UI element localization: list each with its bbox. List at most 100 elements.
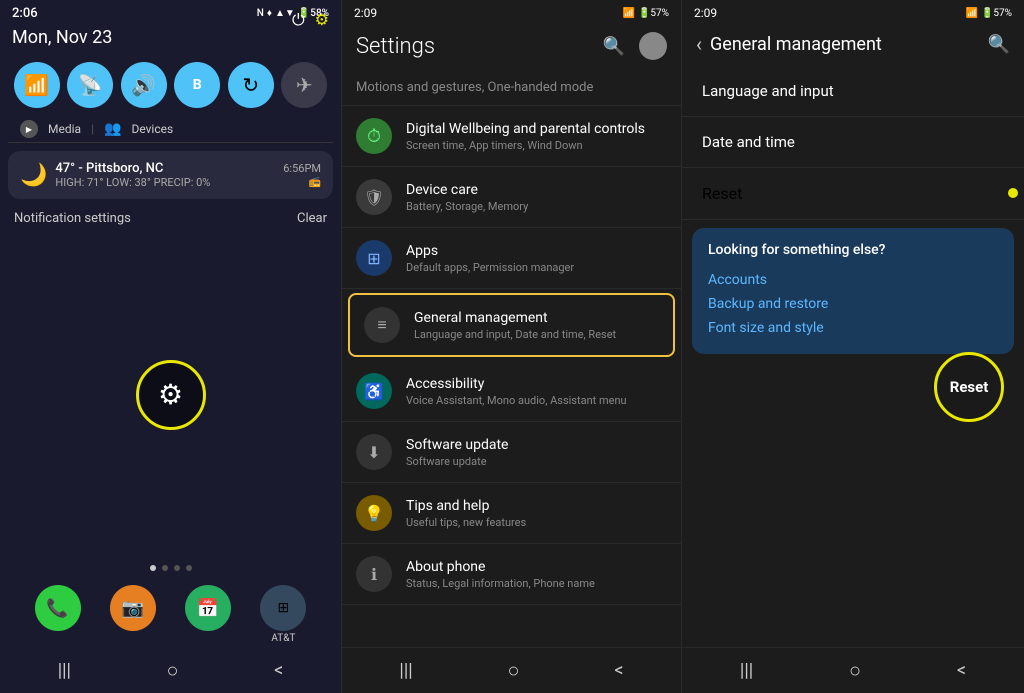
- bluetooth-button[interactable]: B: [174, 62, 220, 108]
- reset-label-wrapper: Reset: [702, 184, 1004, 203]
- airplane-icon: ✈: [296, 73, 313, 97]
- digital-wellbeing-item[interactable]: ⏱ Digital Wellbeing and parental control…: [342, 106, 681, 167]
- sound-button[interactable]: 🔊: [121, 62, 167, 108]
- time-panel3: 2:09: [694, 6, 717, 20]
- power-icon[interactable]: ⏻: [292, 10, 305, 30]
- digital-wellbeing-text: Digital Wellbeing and parental controls …: [406, 121, 667, 152]
- apps-item[interactable]: ⊞ Apps Default apps, Permission manager: [342, 228, 681, 289]
- tips-text: Tips and help Useful tips, new features: [406, 498, 667, 529]
- profile-avatar[interactable]: [639, 32, 667, 60]
- software-update-item[interactable]: ⬇ Software update Software update: [342, 422, 681, 483]
- motions-setting-text: Motions and gestures, One-handed mode: [356, 80, 593, 95]
- suggestion-title: Looking for something else?: [708, 242, 998, 258]
- software-update-text: Software update Software update: [406, 437, 667, 468]
- about-phone-item[interactable]: ℹ About phone Status, Legal information,…: [342, 544, 681, 605]
- backup-restore-link[interactable]: Backup and restore: [708, 292, 998, 316]
- phone-app[interactable]: 📞: [35, 585, 81, 644]
- tips-help-item[interactable]: 💡 Tips and help Useful tips, new feature…: [342, 483, 681, 544]
- navigation-bar-panel1: ||| ○ <: [0, 648, 341, 693]
- date-time-item[interactable]: Date and time: [682, 117, 1024, 168]
- notification-footer: Notification settings Clear: [0, 207, 341, 230]
- accounts-link[interactable]: Accounts: [708, 268, 998, 292]
- status-icons-panel3: 📶 🔋57%: [966, 8, 1012, 19]
- font-size-link[interactable]: Font size and style: [708, 316, 998, 340]
- notification-clear-button[interactable]: Clear: [297, 211, 327, 226]
- reset-circle-label: Reset: [950, 378, 989, 396]
- phone-app-icon: 📞: [35, 585, 81, 631]
- notification-time: 6:56PM 📻: [283, 162, 321, 188]
- quick-controls: 📶 📡 🔊 B ↻ ✈: [0, 54, 341, 116]
- notification-content: 47° - Pittsboro, NC HIGH: 71° LOW: 38° P…: [55, 161, 275, 189]
- language-input-item[interactable]: Language and input: [682, 66, 1024, 117]
- search-icon-p3[interactable]: 🔍: [988, 34, 1010, 55]
- weather-notification[interactable]: 🌙 47° - Pittsboro, NC HIGH: 71° LOW: 38°…: [8, 151, 333, 199]
- settings-header-icons: 🔍: [603, 32, 667, 60]
- home-button-p2[interactable]: ○: [507, 658, 519, 683]
- motions-setting-item[interactable]: Motions and gestures, One-handed mode: [342, 70, 681, 106]
- recent-apps-button-p3[interactable]: |||: [740, 660, 753, 681]
- reset-item[interactable]: Reset: [682, 168, 1024, 220]
- dot-2: [162, 565, 168, 571]
- search-icon[interactable]: 🔍: [603, 36, 625, 57]
- date-display: Mon, Nov 23: [0, 25, 341, 54]
- reset-circle-wrapper: Reset: [682, 352, 1024, 422]
- recent-apps-button[interactable]: |||: [58, 660, 71, 681]
- accessibility-text: Accessibility Voice Assistant, Mono audi…: [406, 376, 667, 407]
- general-management-item[interactable]: ≡ General management Language and input,…: [348, 293, 675, 357]
- bluetooth-icon: B: [193, 77, 202, 93]
- device-care-icon: 🛡: [356, 179, 392, 215]
- general-management-panel: 2:09 📶 🔋57% ‹ General management 🔍 Langu…: [682, 0, 1024, 693]
- sync-button[interactable]: ↻: [228, 62, 274, 108]
- status-bar-panel2: 2:09 📶 🔋57%: [342, 0, 681, 24]
- settings-panel: 2:09 📶 🔋57% Settings 🔍 Motions and gestu…: [341, 0, 682, 693]
- header-left: ‹ General management: [696, 32, 882, 56]
- back-button-p3[interactable]: <: [957, 660, 966, 681]
- settings-title: Settings: [356, 34, 435, 59]
- wifi-button[interactable]: 📶: [14, 62, 60, 108]
- settings-gear-top-icon[interactable]: ⚙: [315, 10, 329, 30]
- time-panel2: 2:09: [354, 6, 377, 20]
- back-button-p2[interactable]: <: [614, 660, 623, 681]
- home-button-p3[interactable]: ○: [849, 658, 861, 683]
- notification-settings-link[interactable]: Notification settings: [14, 211, 131, 226]
- settings-gear-circle[interactable]: ⚙: [136, 360, 206, 430]
- att-app[interactable]: ⊞ AT&T: [260, 585, 306, 644]
- gear-circle-icon: ⚙: [158, 378, 183, 411]
- about-phone-text: About phone Status, Legal information, P…: [406, 559, 667, 590]
- moon-icon: 🌙: [20, 163, 47, 188]
- reset-yellow-dot: [1008, 188, 1018, 198]
- wifi-calling-icon: 📡: [78, 73, 103, 97]
- home-button[interactable]: ○: [166, 658, 178, 683]
- time-panel1: 2:06: [12, 6, 38, 21]
- homescreen-area: ⚙: [0, 230, 341, 559]
- att-app-icon: ⊞: [260, 585, 306, 631]
- camera-app-icon: 📷: [110, 585, 156, 631]
- digital-wellbeing-icon: ⏱: [356, 118, 392, 154]
- general-management-title: General management: [710, 34, 882, 55]
- wifi-calling-button[interactable]: 📡: [67, 62, 113, 108]
- recent-apps-button-p2[interactable]: |||: [399, 660, 412, 681]
- device-care-item[interactable]: 🛡 Device care Battery, Storage, Memory: [342, 167, 681, 228]
- about-phone-icon: ℹ: [356, 556, 392, 592]
- device-care-text: Device care Battery, Storage, Memory: [406, 182, 667, 213]
- media-play-button[interactable]: ▶: [20, 120, 38, 138]
- reset-circle-button[interactable]: Reset: [934, 352, 1004, 422]
- sound-icon: 🔊: [131, 73, 156, 97]
- airplane-button[interactable]: ✈: [281, 62, 327, 108]
- calendar-app[interactable]: 📅: [185, 585, 231, 644]
- software-update-icon: ⬇: [356, 434, 392, 470]
- accessibility-item[interactable]: ♿ Accessibility Voice Assistant, Mono au…: [342, 361, 681, 422]
- camera-app[interactable]: 📷: [110, 585, 156, 644]
- general-management-text: General management Language and input, D…: [414, 310, 659, 341]
- general-management-icon: ≡: [364, 307, 400, 343]
- date-time-label: Date and time: [702, 133, 1004, 151]
- back-arrow-button[interactable]: ‹: [696, 32, 702, 56]
- bottom-dock: 📞 📷 📅 ⊞ AT&T: [0, 577, 341, 648]
- general-management-list: Language and input Date and time Reset L…: [682, 66, 1024, 647]
- general-management-header: ‹ General management 🔍: [682, 24, 1024, 66]
- back-button[interactable]: <: [274, 660, 283, 681]
- suggestion-box: Looking for something else? Accounts Bac…: [692, 228, 1014, 354]
- dot-1: [150, 565, 156, 571]
- sync-icon: ↻: [242, 73, 259, 97]
- status-icons-panel2: 📶 🔋57%: [623, 8, 669, 19]
